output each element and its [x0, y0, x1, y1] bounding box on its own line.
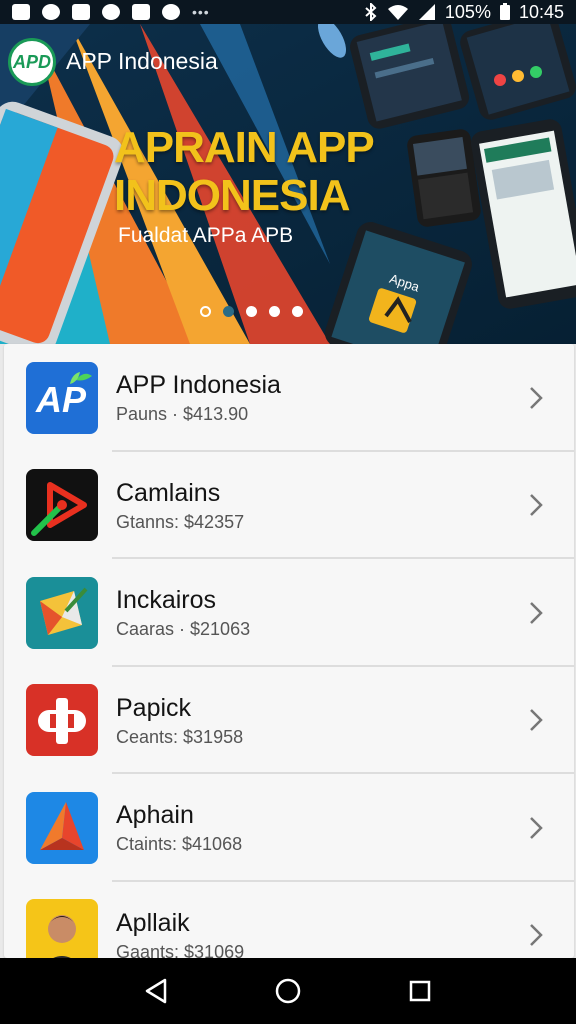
status-bar: ••• 105% 10:45: [0, 0, 576, 24]
carousel-indicator[interactable]: [200, 306, 303, 317]
app-subtitle: Gtanns: $42357: [116, 511, 245, 532]
chevron-right-icon[interactable]: [516, 706, 556, 734]
hero-banner[interactable]: Appa APD APP Indonesia APRAIN APP INDONE…: [0, 24, 576, 344]
home-icon: [275, 978, 301, 1004]
chevron-right-icon[interactable]: [516, 599, 556, 627]
clock-notification-icon: [162, 4, 180, 20]
carousel-dot[interactable]: [269, 306, 280, 317]
document-notification-icon: [72, 4, 90, 20]
hero-headline-line1: APRAIN APP: [114, 123, 375, 172]
app-title: Apllaik: [116, 908, 190, 937]
app-title: Papick: [116, 693, 192, 722]
system-status: 105% 10:45: [363, 2, 564, 23]
recents-icon: [409, 980, 431, 1002]
app-title: Inckairos: [116, 586, 217, 615]
app-title: Aphain: [116, 801, 194, 830]
app-subtitle: Caaras · $21063: [116, 619, 251, 640]
home-button[interactable]: [266, 969, 310, 1013]
carousel-dot[interactable]: [223, 306, 234, 317]
battery-icon: [499, 3, 510, 20]
bluetooth-icon: [365, 3, 377, 21]
battery-percent: 105%: [444, 1, 491, 22]
chevron-right-icon[interactable]: [516, 491, 556, 519]
app-indonesia-icon: AP: [26, 361, 98, 434]
system-navigation-bar: [0, 958, 576, 1024]
app-subtitle: Ctaints: $41068: [116, 834, 243, 855]
notification-icons: •••: [12, 4, 210, 20]
recents-button[interactable]: [398, 969, 442, 1013]
carousel-dot[interactable]: [200, 306, 211, 317]
clock: 10:45: [518, 1, 564, 22]
app-subtitle: Ceants: $31958: [116, 726, 244, 747]
app-logo: APD: [8, 38, 56, 86]
carousel-dot-active[interactable]: [246, 306, 257, 317]
wifi-icon: [387, 5, 408, 20]
photo-notification-icon: [12, 4, 30, 20]
signal-icon: [418, 4, 435, 20]
app-subtitle: Gaants: $31069: [116, 941, 245, 958]
svg-text:AP: AP: [35, 379, 87, 420]
more-notifications: •••: [192, 4, 210, 20]
list-item[interactable]: AP APP Indonesia Pauns · $413.90: [4, 344, 574, 452]
chevron-right-icon[interactable]: [516, 814, 556, 842]
aphain-icon: [26, 791, 98, 864]
app-list: AP APP Indonesia Pauns · $413.90 Camlain…: [4, 344, 574, 958]
app-screen: ••• 105% 10:45 Appa APD APP Indonesia AP…: [0, 0, 576, 1024]
list-item[interactable]: Apllaik Gaants: $31069: [4, 882, 574, 958]
list-item[interactable]: Aphain Ctaints: $41068: [4, 774, 574, 882]
back-button[interactable]: [134, 969, 178, 1013]
hero-headline-line2: INDONESIA: [114, 171, 350, 220]
hero-subline: Fualdat APPa APB: [118, 224, 294, 247]
message-notification-icon: [132, 4, 150, 20]
chevron-right-icon[interactable]: [516, 384, 556, 412]
list-item[interactable]: Camlains Gtanns: $42357: [4, 452, 574, 560]
list-item[interactable]: Papick Ceants: $31958: [4, 667, 574, 775]
settings-notification-icon: [42, 4, 60, 20]
camlains-icon: [26, 469, 98, 542]
apllaik-icon: [26, 899, 98, 958]
compass-notification-icon: [102, 4, 120, 20]
papick-icon: [26, 684, 98, 757]
brand-name: APP Indonesia: [66, 48, 218, 74]
back-icon: [145, 978, 167, 1004]
list-item[interactable]: Inckairos Caaras · $21063: [4, 559, 574, 667]
hero-headline: APRAIN APP INDONESIA: [114, 123, 375, 220]
app-subtitle: Pauns · $413.90: [116, 404, 249, 425]
app-title: APP Indonesia: [116, 371, 281, 400]
inckairos-icon: [26, 576, 98, 649]
app-title: Camlains: [116, 478, 221, 507]
chevron-right-icon[interactable]: [516, 921, 556, 949]
carousel-dot[interactable]: [292, 306, 303, 317]
